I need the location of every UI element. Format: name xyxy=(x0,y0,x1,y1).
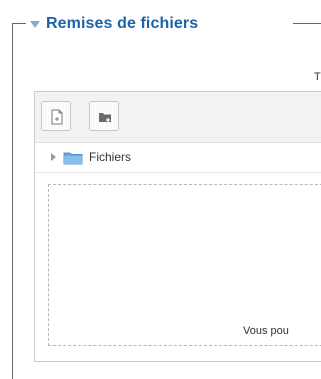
chevron-right-icon[interactable] xyxy=(51,153,56,161)
drop-zone[interactable]: Vous pou xyxy=(48,184,321,346)
drop-zone-text: Vous pou xyxy=(243,325,289,337)
create-folder-button[interactable] xyxy=(89,101,119,131)
path-label-files[interactable]: Fichiers xyxy=(89,150,131,164)
section-title[interactable]: Remises de fichiers xyxy=(46,15,198,33)
fieldset-border-left xyxy=(12,23,13,379)
folder-add-icon xyxy=(99,113,111,122)
file-manager: Fichiers Vous pou xyxy=(34,91,321,362)
page: Remises de fichiers T Fichiers Vous pou xyxy=(0,0,321,379)
file-size-hint: T xyxy=(314,71,321,83)
file-path-bar: Fichiers xyxy=(35,143,321,173)
add-file-button[interactable] xyxy=(41,101,71,131)
section-legend[interactable]: Remises de fichiers xyxy=(30,13,198,35)
fieldset-border-top-left xyxy=(12,23,26,24)
folder-icon xyxy=(63,152,83,165)
collapse-arrow-icon[interactable] xyxy=(30,21,40,28)
file-add-icon xyxy=(51,109,63,125)
file-manager-toolbar xyxy=(35,92,321,143)
fieldset-border-top-right xyxy=(293,23,321,24)
